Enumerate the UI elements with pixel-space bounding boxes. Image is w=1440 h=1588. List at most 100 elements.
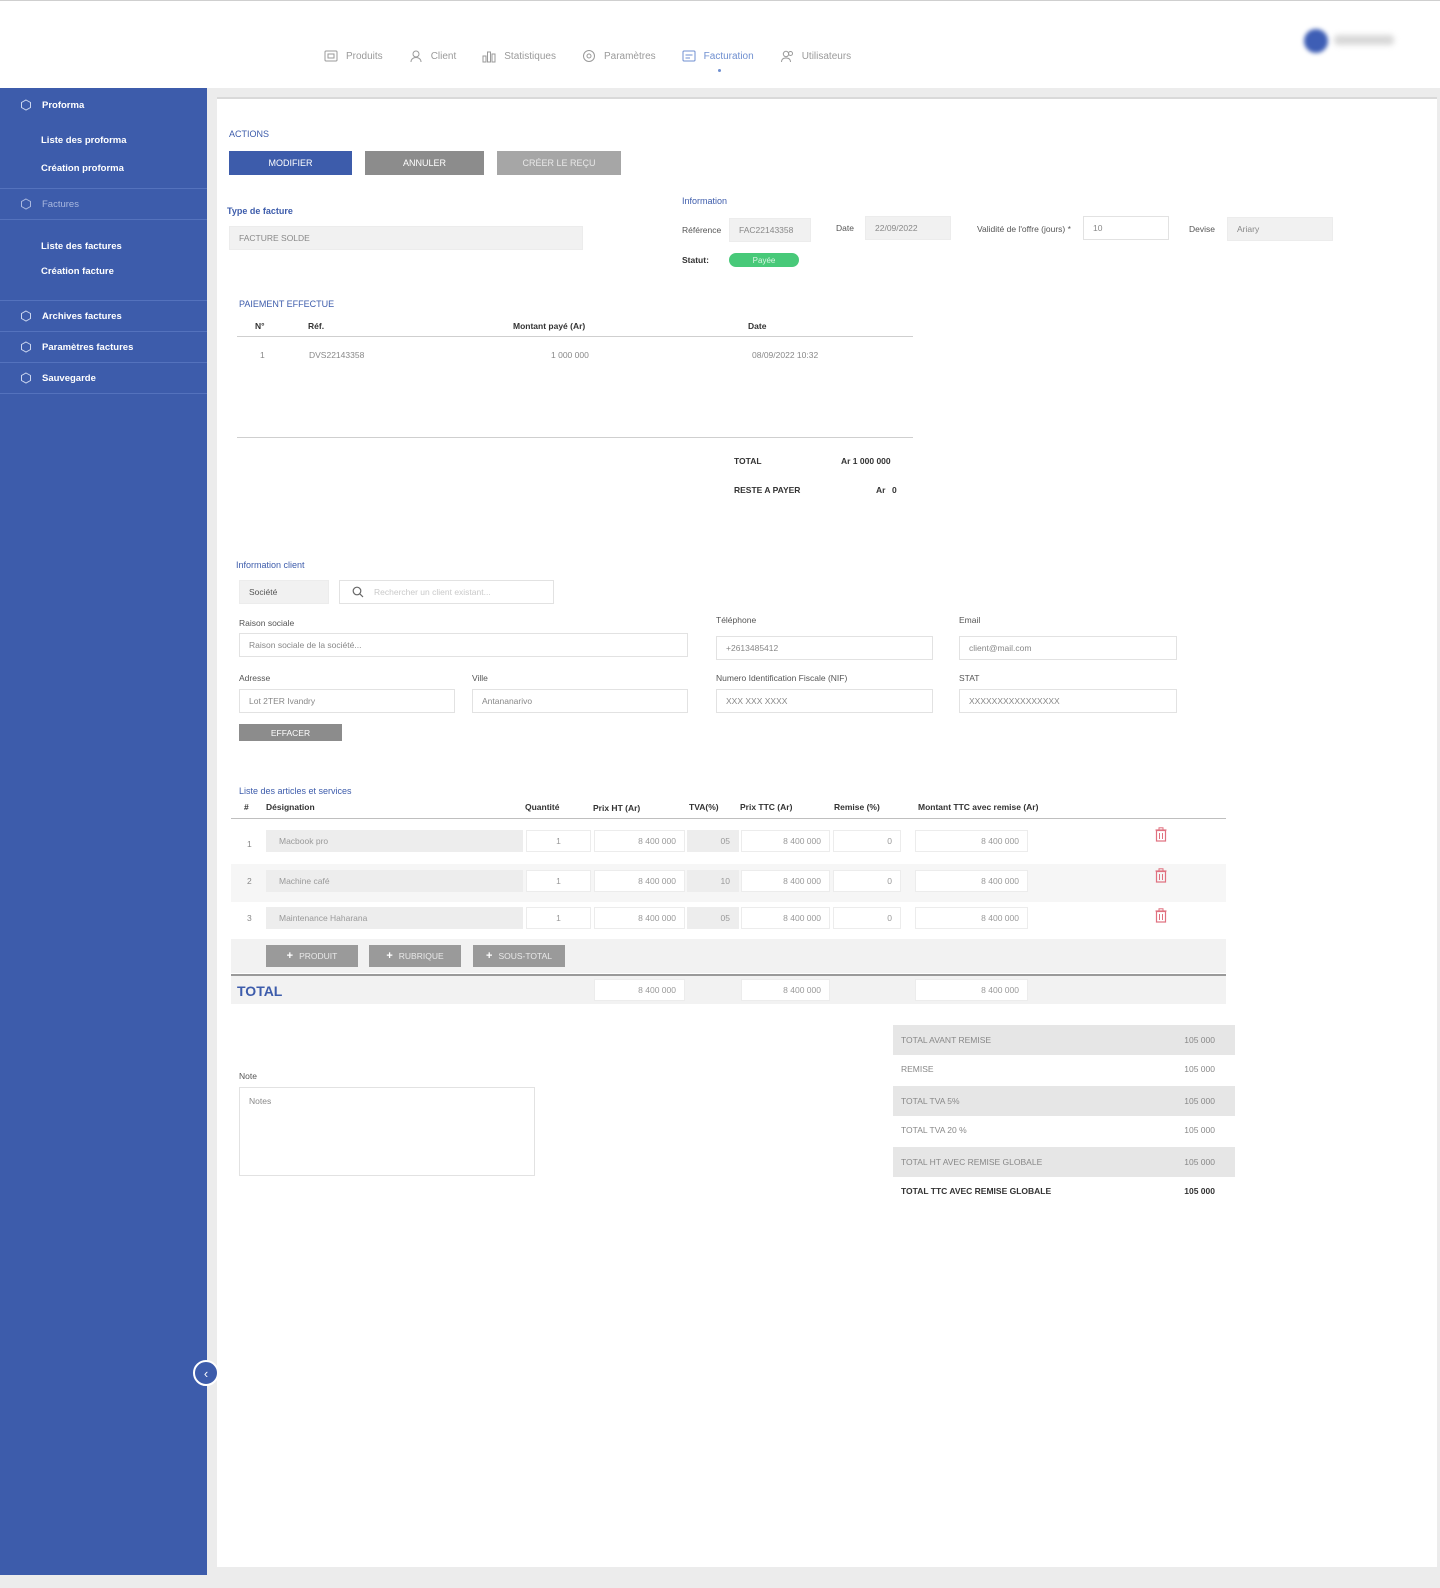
telephone-input[interactable]: +2613485412 bbox=[716, 636, 933, 660]
sidebar-item-proforma[interactable]: Proforma bbox=[0, 90, 207, 120]
articles-header-remise: Remise (%) bbox=[834, 802, 880, 812]
nav-facturation[interactable]: Facturation bbox=[682, 49, 754, 72]
paiement-title: PAIEMENT EFFECTUE bbox=[239, 299, 335, 309]
nav-produits[interactable]: Produits bbox=[324, 49, 383, 63]
email-input[interactable]: client@mail.com bbox=[959, 636, 1177, 660]
article-row-1-tva[interactable]: 05 bbox=[687, 830, 739, 852]
article-row-3-remise[interactable]: 0 bbox=[833, 907, 901, 929]
articles-header-designation: Désignation bbox=[266, 802, 315, 812]
top-navigation: Produits Client Statistiques Paramètres … bbox=[324, 49, 877, 72]
sidebar-creation-facture-label: Création facture bbox=[41, 266, 114, 277]
nif-value: XXX XXX XXXX bbox=[726, 696, 788, 706]
article-row-1-montant[interactable]: 8 400 000 bbox=[915, 830, 1028, 852]
articles-total-ht: 8 400 000 bbox=[594, 979, 685, 1001]
user-profile[interactable] bbox=[1304, 23, 1404, 57]
date-label: Date bbox=[836, 223, 854, 233]
summary-label: TOTAL HT AVEC REMISE GLOBALE bbox=[901, 1157, 1043, 1167]
article-row-1-designation[interactable]: Macbook pro bbox=[266, 830, 523, 852]
sidebar-item-liste-proforma[interactable]: Liste des proforma bbox=[0, 126, 207, 154]
article-row-1-quantite[interactable]: 1 bbox=[526, 830, 591, 852]
sidebar-archives-label: Archives factures bbox=[42, 310, 122, 322]
article-row-1-remise[interactable]: 0 bbox=[833, 830, 901, 852]
article-row-3-prix-ht[interactable]: 8 400 000 bbox=[594, 907, 685, 929]
client-icon bbox=[410, 50, 422, 63]
article-row-2-remise[interactable]: 0 bbox=[833, 870, 901, 892]
stat-label: STAT bbox=[959, 673, 980, 683]
plus-icon: + bbox=[386, 950, 393, 962]
devise-field[interactable]: Ariary bbox=[1227, 217, 1333, 241]
reference-field[interactable]: FAC22143358 bbox=[729, 218, 811, 242]
nav-parametres[interactable]: Paramètres bbox=[582, 49, 656, 63]
sidebar-item-creation-facture[interactable]: Création facture bbox=[0, 259, 207, 284]
type-facture-field[interactable]: FACTURE SOLDE bbox=[229, 226, 583, 250]
date-field[interactable]: 22/09/2022 bbox=[865, 216, 951, 240]
sidebar-item-parametres[interactable]: Paramètres factures bbox=[0, 332, 207, 362]
creer-recu-button[interactable]: CRÉER LE REÇU bbox=[497, 151, 621, 175]
summary-value: 105 000 bbox=[1184, 1064, 1215, 1074]
paiement-header-ref: Réf. bbox=[308, 321, 325, 331]
article-row-2-prix-ttc[interactable]: 8 400 000 bbox=[741, 870, 830, 892]
chevron-left-icon: ‹ bbox=[203, 1365, 209, 1381]
devise-value: Ariary bbox=[1237, 224, 1260, 234]
plus-icon: + bbox=[286, 950, 294, 962]
adresse-input[interactable]: Lot 2TER Ivandry bbox=[239, 689, 455, 713]
summary-total-avant-remise: TOTAL AVANT REMISE 105 000 bbox=[893, 1025, 1235, 1055]
article-row-2-num: 2 bbox=[247, 876, 252, 886]
validite-field[interactable]: 10 bbox=[1083, 216, 1169, 240]
paiement-header-divider bbox=[237, 336, 913, 337]
adresse-value: Lot 2TER Ivandry bbox=[249, 696, 316, 706]
trash-icon[interactable] bbox=[1155, 868, 1167, 883]
cube-icon bbox=[21, 341, 31, 353]
articles-header-divider bbox=[231, 818, 1226, 819]
validite-value: 10 bbox=[1093, 223, 1103, 233]
article-row-1-prix-ht[interactable]: 8 400 000 bbox=[594, 830, 685, 852]
paiement-header-montant: Montant payé (Ar) bbox=[513, 321, 586, 331]
stat-input[interactable]: XXXXXXXXXXXXXXXX bbox=[959, 689, 1177, 713]
add-rubrique-button[interactable]: + RUBRIQUE bbox=[369, 945, 461, 967]
article-row-2-prix-ht[interactable]: 8 400 000 bbox=[594, 870, 685, 892]
article-row-2-tva[interactable]: 10 bbox=[687, 870, 739, 892]
telephone-value: +2613485412 bbox=[726, 643, 779, 653]
client-search-input[interactable]: Rechercher un client existant... bbox=[339, 580, 554, 604]
stats-icon bbox=[482, 51, 496, 63]
note-textarea[interactable]: Notes bbox=[239, 1087, 535, 1176]
article-row-3-quantite[interactable]: 1 bbox=[526, 907, 591, 929]
annuler-button[interactable]: ANNULER bbox=[365, 151, 484, 175]
sidebar-proforma-label: Proforma bbox=[42, 99, 85, 111]
add-produit-button[interactable]: + PRODUIT bbox=[266, 945, 358, 967]
nav-utilisateurs[interactable]: Utilisateurs bbox=[780, 49, 851, 63]
sidebar-collapse-button[interactable]: ‹ bbox=[193, 1360, 219, 1386]
summary-label: TOTAL AVANT REMISE bbox=[901, 1035, 992, 1045]
client-type-select[interactable]: Société bbox=[239, 580, 329, 604]
article-row-3-designation[interactable]: Maintenance Haharana bbox=[266, 907, 523, 929]
raison-sociale-input[interactable]: Raison sociale de la société... bbox=[239, 633, 688, 657]
article-row-2-designation[interactable]: Machine café bbox=[266, 870, 523, 892]
sidebar-item-archives[interactable]: Archives factures bbox=[0, 301, 207, 331]
add-sous-total-label: SOUS-TOTAL bbox=[498, 951, 552, 961]
trash-icon[interactable] bbox=[1155, 827, 1167, 842]
sidebar-item-sauvegarde[interactable]: Sauvegarde bbox=[0, 363, 207, 393]
modifier-button[interactable]: MODIFIER bbox=[229, 151, 352, 175]
article-row-1-prix-ttc[interactable]: 8 400 000 bbox=[741, 830, 830, 852]
nav-client[interactable]: Client bbox=[409, 49, 456, 63]
effacer-button[interactable]: EFFACER bbox=[239, 724, 342, 741]
products-icon bbox=[324, 50, 338, 62]
sidebar-item-factures[interactable]: Factures bbox=[0, 189, 207, 219]
paiement-row-date: 08/09/2022 10:32 bbox=[752, 350, 819, 360]
summary-label: TOTAL TVA 5% bbox=[901, 1096, 960, 1106]
ville-input[interactable]: Antananarivo bbox=[472, 689, 688, 713]
nif-input[interactable]: XXX XXX XXXX bbox=[716, 689, 933, 713]
article-row-2-quantite[interactable]: 1 bbox=[526, 870, 591, 892]
add-sous-total-button[interactable]: + SOUS-TOTAL bbox=[473, 945, 565, 967]
summary-total-tva-5: TOTAL TVA 5% 105 000 bbox=[893, 1086, 1235, 1116]
article-row-3-tva[interactable]: 05 bbox=[687, 907, 739, 929]
articles-total-ttc: 8 400 000 bbox=[741, 979, 830, 1001]
articles-header-prix-ttc: Prix TTC (Ar) bbox=[740, 802, 793, 812]
trash-icon[interactable] bbox=[1155, 908, 1167, 923]
nav-statistiques[interactable]: Statistiques bbox=[482, 49, 556, 63]
sidebar-item-creation-proforma[interactable]: Création proforma bbox=[0, 154, 207, 182]
article-row-2-montant[interactable]: 8 400 000 bbox=[915, 870, 1028, 892]
article-row-3-prix-ttc[interactable]: 8 400 000 bbox=[741, 907, 830, 929]
sidebar-item-liste-factures[interactable]: Liste des factures bbox=[0, 234, 207, 259]
article-row-3-montant[interactable]: 8 400 000 bbox=[915, 907, 1028, 929]
